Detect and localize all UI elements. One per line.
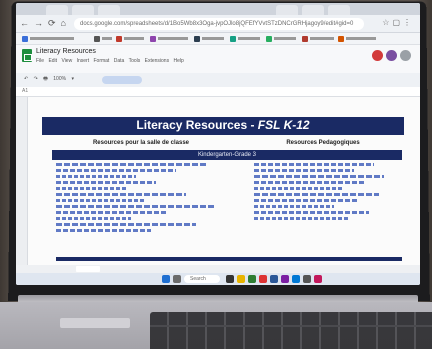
formula-bar: A1 xyxy=(16,87,420,97)
app-icon[interactable] xyxy=(270,275,278,283)
widgets-icon[interactable] xyxy=(173,275,181,283)
sheet-title[interactable]: Literacy Resources - FSL K-12 xyxy=(42,118,404,132)
app-icon[interactable] xyxy=(314,275,322,283)
bookmark-item[interactable] xyxy=(116,35,144,43)
avatar[interactable] xyxy=(400,50,411,61)
list-item[interactable] xyxy=(56,211,166,214)
menu-bar[interactable]: File Edit View Insert Format Data Tools … xyxy=(36,58,184,64)
browser-tab[interactable] xyxy=(98,5,120,15)
bookmark-item[interactable] xyxy=(230,35,260,43)
row-headers xyxy=(16,97,28,265)
list-item[interactable] xyxy=(254,187,344,190)
bookmark-item[interactable] xyxy=(338,35,376,43)
cell-reference[interactable]: A1 xyxy=(22,88,28,94)
keyboard xyxy=(150,312,432,349)
bottom-band xyxy=(56,257,402,261)
list-item[interactable] xyxy=(254,169,354,172)
sheets-toolbar: ↶ ↷ 🖶 100% ▾ xyxy=(16,73,420,87)
spreadsheet-grid: Literacy Resources - FSL K-12 Resources … xyxy=(16,97,420,265)
bookmark-item[interactable] xyxy=(22,35,74,43)
browser-tab[interactable] xyxy=(46,5,68,15)
bookmarks-bar xyxy=(16,33,420,45)
avatar[interactable] xyxy=(386,50,397,61)
grade-band[interactable]: Kindergarten-Grade 3 xyxy=(52,150,402,160)
list-item[interactable] xyxy=(56,199,146,202)
sheets-logo-icon[interactable] xyxy=(22,49,32,62)
right-resource-list xyxy=(254,161,404,222)
browser-tab[interactable] xyxy=(302,5,324,15)
document-title[interactable]: Literacy Resources xyxy=(36,48,96,55)
url-field[interactable]: docs.google.com/spreadsheets/d/1Bo5Wb8x3… xyxy=(74,18,364,30)
chrome-icon[interactable] xyxy=(259,275,267,283)
left-resource-list xyxy=(56,161,226,234)
windows-start-icon[interactable] xyxy=(162,275,170,283)
list-item[interactable] xyxy=(56,175,136,178)
bookmark-item[interactable] xyxy=(150,35,188,43)
list-item[interactable] xyxy=(254,175,384,178)
list-item[interactable] xyxy=(56,193,186,196)
list-item[interactable] xyxy=(254,211,369,214)
sheet-tab[interactable] xyxy=(76,266,100,272)
list-item[interactable] xyxy=(254,163,374,166)
browser-tab[interactable] xyxy=(72,5,94,15)
sheet-tab-bar xyxy=(16,265,420,273)
navigation-icons[interactable]: ←→⟳⌂ xyxy=(20,18,71,29)
list-item[interactable] xyxy=(56,205,216,208)
collaborator-avatars xyxy=(372,50,412,62)
list-item[interactable] xyxy=(254,193,379,196)
avatar[interactable] xyxy=(372,50,383,61)
list-item[interactable] xyxy=(56,217,131,220)
list-item[interactable] xyxy=(254,199,359,202)
app-icon[interactable] xyxy=(281,275,289,283)
windows-taskbar: Search xyxy=(16,273,420,285)
list-item[interactable] xyxy=(56,163,206,166)
bookmark-item[interactable] xyxy=(194,35,224,43)
list-item[interactable] xyxy=(56,229,151,232)
laptop-palm-rest xyxy=(60,318,130,328)
left-column-header[interactable]: Resources pour la salle de classe xyxy=(46,138,236,149)
browser-tab[interactable] xyxy=(276,5,298,15)
app-icon[interactable] xyxy=(292,275,300,283)
browser-action-icons[interactable]: ☆▢⋮ xyxy=(382,18,414,27)
list-item[interactable] xyxy=(254,217,349,220)
toolbar-icons[interactable]: ↶ ↷ 🖶 100% ▾ xyxy=(24,76,74,84)
task-view-icon[interactable] xyxy=(226,275,234,283)
bookmark-item[interactable] xyxy=(266,35,296,43)
keyboard-row-gap xyxy=(150,325,432,327)
list-item[interactable] xyxy=(56,223,196,226)
list-item[interactable] xyxy=(56,181,156,184)
laptop-screen: ←→⟳⌂ docs.google.com/spreadsheets/d/1Bo5… xyxy=(16,3,420,285)
bookmark-item[interactable] xyxy=(302,35,334,43)
sheet-title-band: Literacy Resources - FSL K-12 xyxy=(42,117,404,135)
list-item[interactable] xyxy=(254,205,334,208)
file-explorer-icon[interactable] xyxy=(237,275,245,283)
right-column-header[interactable]: Resources Pedagogiques xyxy=(238,138,408,149)
list-item[interactable] xyxy=(254,181,364,184)
list-item[interactable] xyxy=(56,169,176,172)
browser-tab-strip xyxy=(16,3,420,15)
app-icon[interactable] xyxy=(303,275,311,283)
sheets-header: Literacy Resources File Edit View Insert… xyxy=(16,45,420,73)
app-icon[interactable] xyxy=(248,275,256,283)
list-item[interactable] xyxy=(56,187,126,190)
bookmark-item[interactable] xyxy=(94,35,112,43)
browser-tab[interactable] xyxy=(328,5,350,15)
taskbar-search[interactable]: Search xyxy=(184,275,220,283)
address-bar: ←→⟳⌂ docs.google.com/spreadsheets/d/1Bo5… xyxy=(16,15,420,33)
toolbar-highlight-pill[interactable] xyxy=(102,76,142,84)
